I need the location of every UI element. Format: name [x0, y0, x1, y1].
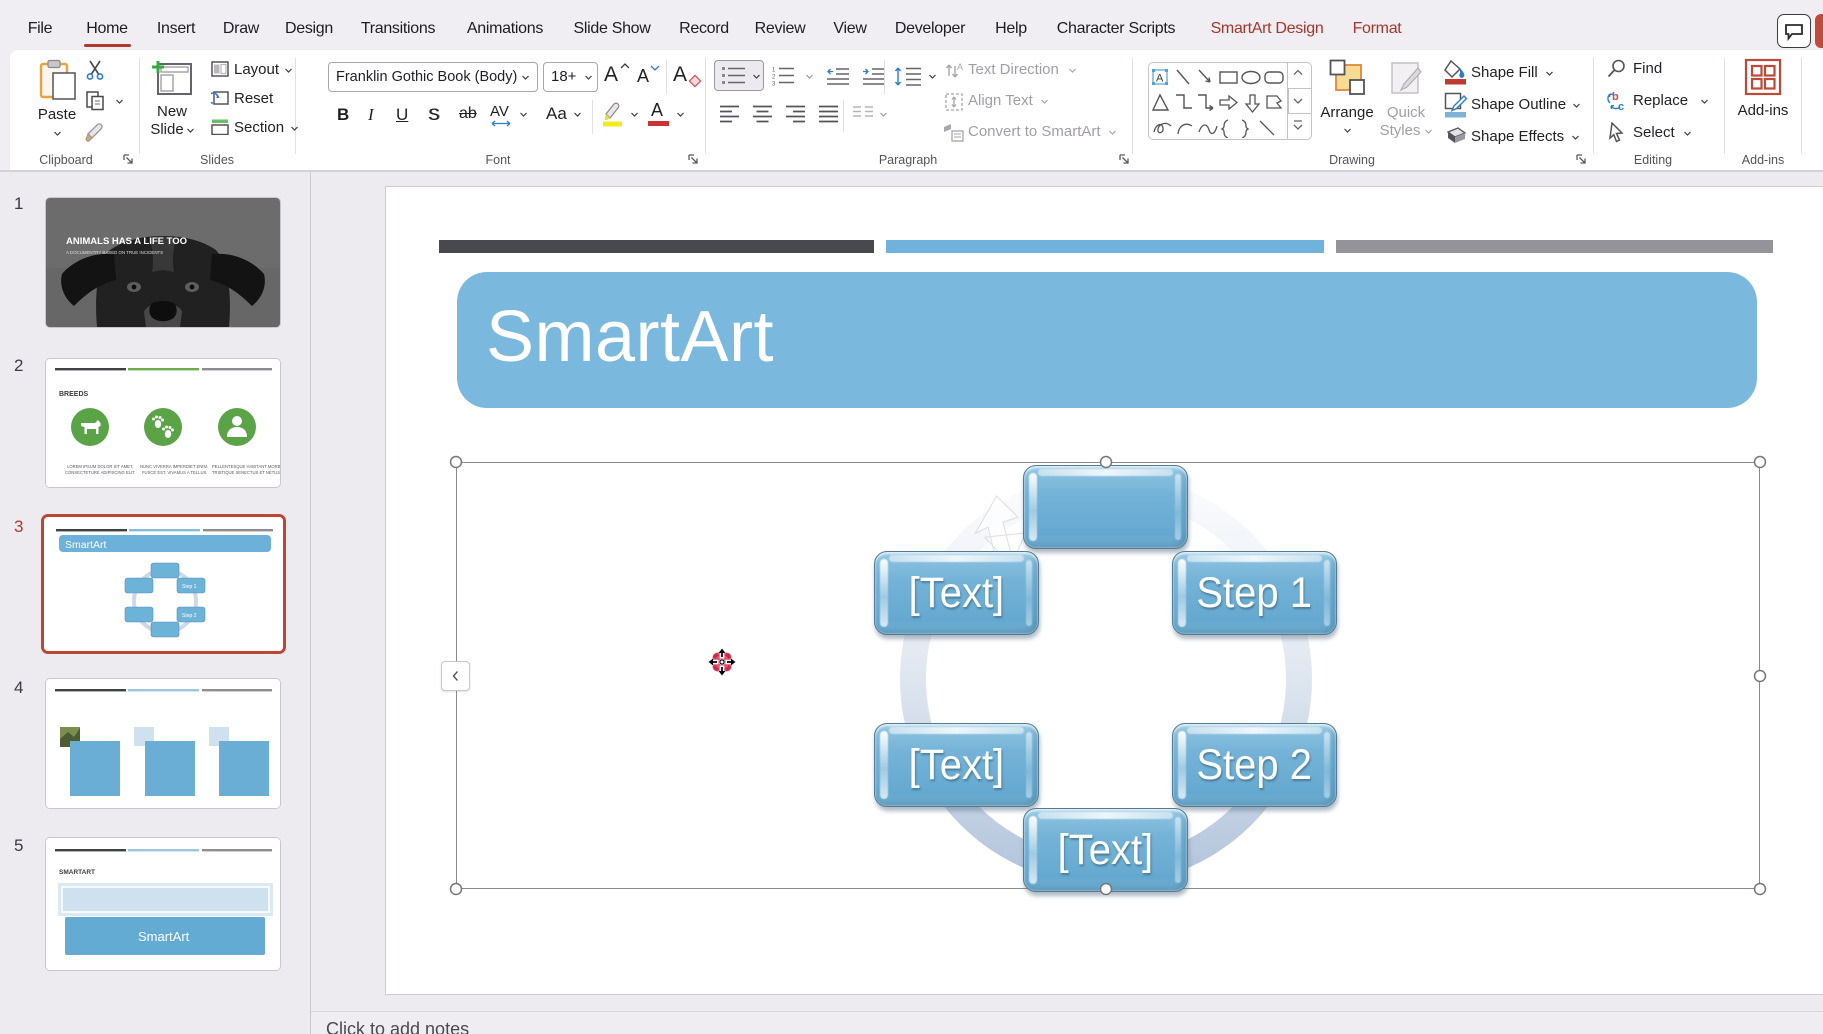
svg-text:A: A: [957, 62, 963, 72]
svg-text:NUNC VIVERRA IMPERDIET ENIM.: NUNC VIVERRA IMPERDIET ENIM.: [140, 464, 208, 469]
svg-text:3: 3: [772, 82, 776, 87]
svg-text:ANIMALS HAS A LIFE TOO: ANIMALS HAS A LIFE TOO: [66, 236, 187, 247]
svg-text:SMARTART: SMARTART: [59, 869, 95, 876]
svg-text:BREEDS: BREEDS: [59, 391, 89, 398]
svg-text:Step 1: Step 1: [182, 584, 197, 590]
svg-text:SmartArt: SmartArt: [65, 539, 107, 551]
svg-text:SmartArt: SmartArt: [138, 929, 190, 944]
svg-text:CONSECTETURE ADIPISCING ELIT.: CONSECTETURE ADIPISCING ELIT.: [65, 470, 136, 475]
svg-text:Step 2: Step 2: [182, 613, 197, 619]
svg-text:A: A: [1156, 73, 1164, 85]
svg-text:2: 2: [772, 75, 776, 81]
svg-text:TRISTIQUE SENECTUS ET NETUS.: TRISTIQUE SENECTUS ET NETUS.: [212, 470, 280, 475]
svg-text:1: 1: [772, 68, 776, 74]
svg-text:FUSCE EST. VIVAMUS A TELLUS.: FUSCE EST. VIVAMUS A TELLUS.: [142, 470, 207, 475]
svg-text:LOREM IPSUM DOLOR SIT AMET,: LOREM IPSUM DOLOR SIT AMET,: [67, 464, 133, 469]
svg-text:PELLENTESQUE HABITANT MORBI: PELLENTESQUE HABITANT MORBI: [212, 464, 280, 469]
svg-text:A DOCUMENTRY BASED ON TRUE INC: A DOCUMENTRY BASED ON TRUE INCIDENTS: [66, 250, 163, 255]
